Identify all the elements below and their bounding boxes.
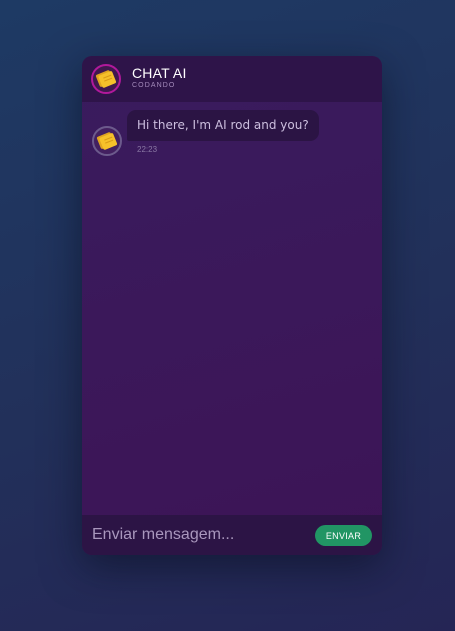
send-button[interactable]: ENVIAR [315, 525, 372, 546]
message-input[interactable] [82, 515, 310, 555]
chat-subtitle: CODANDO [132, 82, 176, 89]
chat-header: CHAT AI CODANDO [82, 56, 382, 102]
composer-bar: ENVIAR [82, 515, 382, 555]
message-list[interactable]: Hi there, I'm AI rod and you? 22:23 [82, 102, 382, 515]
sticky-note-icon [92, 126, 122, 156]
message-timestamp: 22:23 [137, 145, 158, 154]
message-bubble: Hi there, I'm AI rod and you? [127, 110, 319, 141]
sticky-note-icon [91, 64, 121, 94]
chat-window: CHAT AI CODANDO Hi there, I'm AI rod and… [82, 56, 382, 555]
chat-title: CHAT AI [132, 65, 187, 81]
